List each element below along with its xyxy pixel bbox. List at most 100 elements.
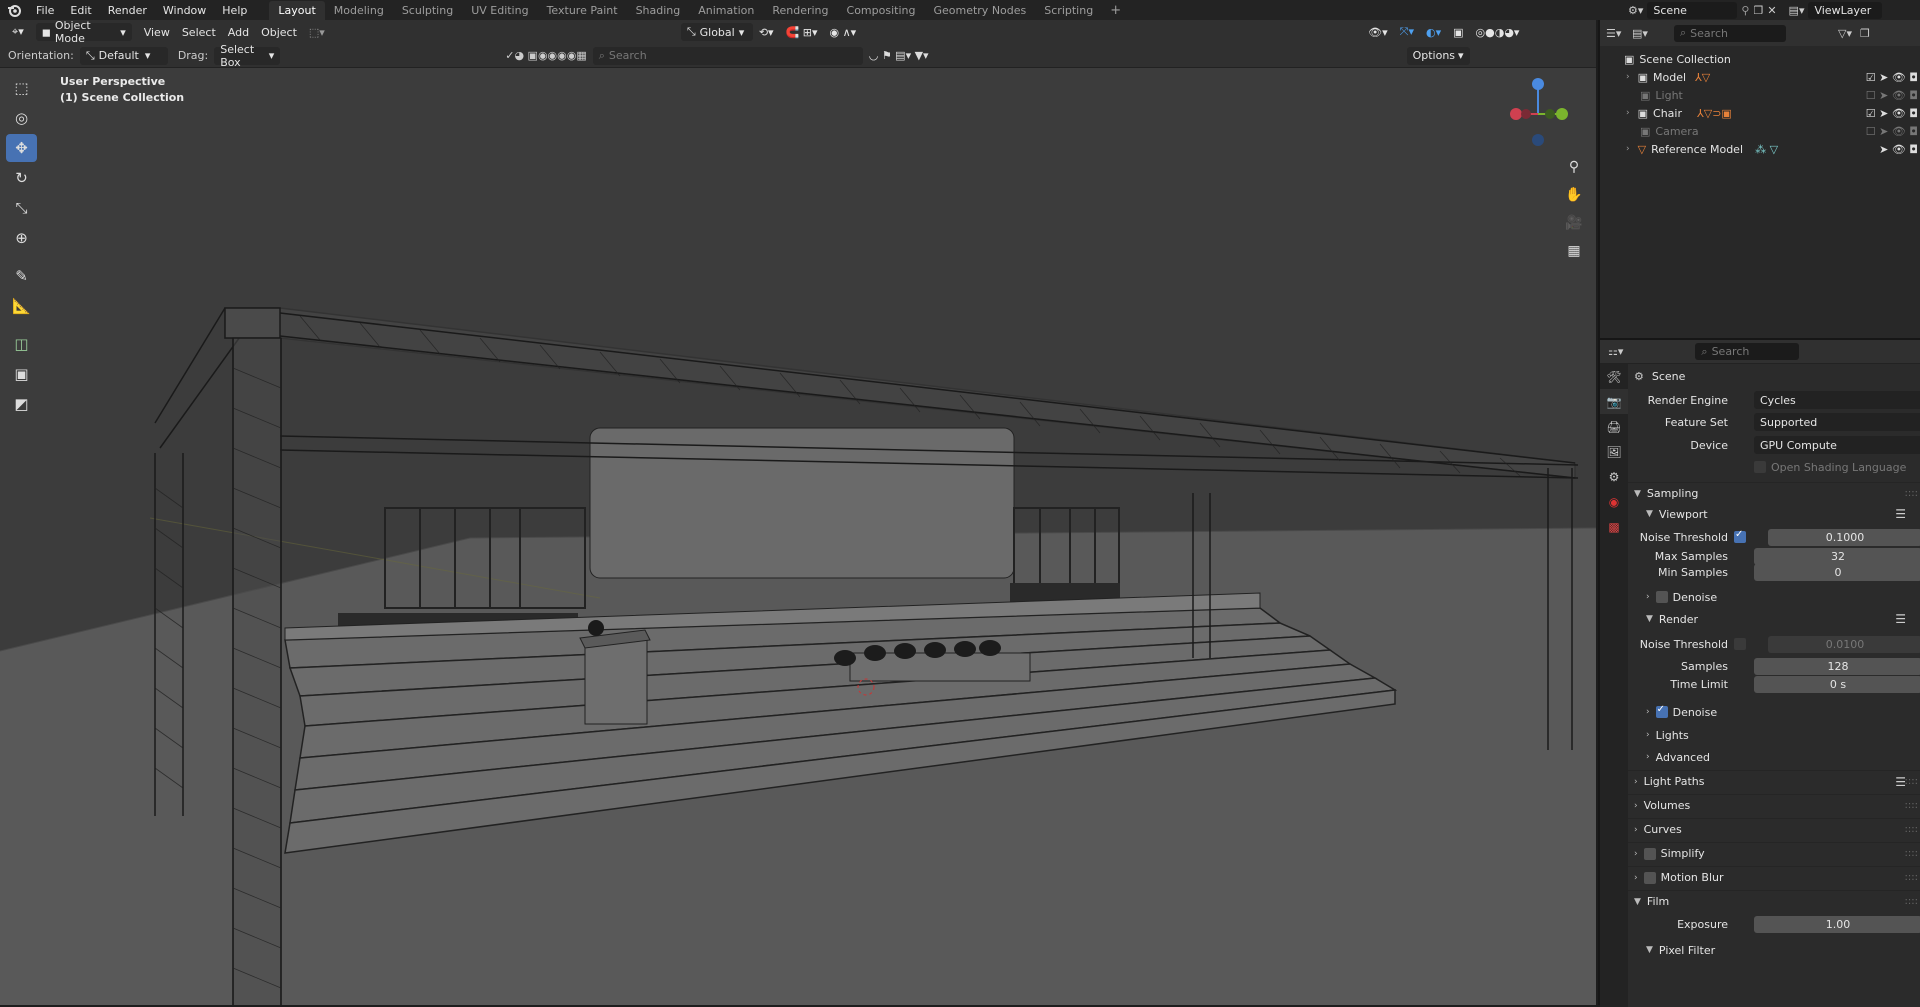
add-cube-icon[interactable]: ◫ <box>6 330 37 358</box>
motion-blur-section[interactable]: › Motion Blur:::: <box>1628 866 1920 888</box>
snap-icon[interactable]: 🧲 ⊞▾ <box>780 23 824 41</box>
cursor-icon[interactable]: ◎ <box>6 104 37 132</box>
menu-select[interactable]: Select <box>176 23 222 41</box>
view-layer-field[interactable]: ViewLayer <box>1808 1 1883 19</box>
outliner-item-reference-model[interactable]: › ▽ Reference Model ⁂ ▽ ➤ 👁 ◘ <box>1600 140 1920 158</box>
properties-search-input[interactable]: ⌕ Search <box>1695 343 1800 360</box>
scene-icon[interactable]: ⚙▾ <box>1628 4 1643 17</box>
row-toggle-icons[interactable]: ☑ ➤ 👁 ◘ <box>1866 107 1918 120</box>
menu-object[interactable]: Object <box>255 23 303 41</box>
menu-edit[interactable]: Edit <box>62 4 99 17</box>
samples-field[interactable]: 128 <box>1754 657 1920 675</box>
tab-shading[interactable]: Shading <box>627 1 690 20</box>
volumes-section[interactable]: › Volumes:::: <box>1628 794 1920 816</box>
lights-subsection[interactable]: › Lights <box>1628 725 1920 745</box>
vp-denoise-checkbox[interactable] <box>1655 591 1668 603</box>
simplify-section[interactable]: › Simplify:::: <box>1628 842 1920 864</box>
tool-tab-icon[interactable]: 🛠 <box>1600 364 1628 389</box>
transform-orientation-dropdown[interactable]: ⤡ Global ▾ <box>680 23 753 41</box>
scene-name-field[interactable]: Scene <box>1647 1 1738 19</box>
advanced-subsection[interactable]: › Advanced <box>1628 747 1920 767</box>
outliner-editor-icon[interactable]: ☰▾ <box>1606 27 1632 40</box>
expand-arrow-icon[interactable]: › <box>1626 144 1630 154</box>
output-tab-icon[interactable]: 🖨 <box>1600 414 1628 439</box>
tab-texture-paint[interactable]: Texture Paint <box>538 1 627 20</box>
proportional-edit-icon[interactable]: ◉ ∧▾ <box>824 23 863 41</box>
menu-help[interactable]: Help <box>214 4 255 17</box>
overlays-icon[interactable]: ◐▾ <box>1420 23 1447 41</box>
properties-editor-icon[interactable]: ⚏▾ <box>1608 345 1623 358</box>
gizmo-toggle-icon[interactable]: ⬚▾ <box>303 23 331 41</box>
pin-icon[interactable]: ⚲ <box>1741 4 1749 17</box>
time-limit-field[interactable]: 0 s <box>1754 675 1920 693</box>
device-dropdown[interactable]: GPU Compute <box>1754 436 1920 454</box>
navigation-gizmo[interactable] <box>1510 76 1570 156</box>
menu-add[interactable]: Add <box>222 23 255 41</box>
new-scene-icon[interactable]: ❐ <box>1753 4 1763 17</box>
pivot-point-icon[interactable]: ⟲▾ <box>753 23 780 41</box>
add-workspace-icon[interactable]: + <box>1102 3 1129 18</box>
scene-tab-icon[interactable]: ⚙ <box>1600 464 1628 489</box>
tab-scripting[interactable]: Scripting <box>1035 1 1102 20</box>
feature-set-dropdown[interactable]: Supported <box>1754 413 1920 431</box>
outliner-item-chair[interactable]: › ▣ Chair ⅄▽⊃▣ ☑ ➤ 👁 ◘ <box>1600 104 1920 122</box>
mode-dropdown[interactable]: ◼ Object Mode ▾ <box>35 19 132 45</box>
measure-icon[interactable]: 📐 <box>6 292 37 320</box>
outliner-item-light[interactable]: ▣ Light ☐ ➤ 👁 ◘ <box>1600 86 1920 104</box>
r-denoise-subsection[interactable]: ›Denoise <box>1628 702 1920 722</box>
row-toggle-icons[interactable]: ☐ ➤ 👁 ◘ <box>1866 125 1918 138</box>
outliner-item-camera[interactable]: ▣ Camera ☐ ➤ 👁 ◘ <box>1600 122 1920 140</box>
shading-modes-icon[interactable]: ◎●◑◕▾ <box>1470 23 1526 41</box>
ortho-grid-icon[interactable]: ▦ <box>1561 238 1587 264</box>
outliner-root[interactable]: ▣ Scene Collection <box>1600 50 1920 68</box>
tab-uv-editing[interactable]: UV Editing <box>462 1 537 20</box>
render-tab-icon[interactable]: 📷 <box>1600 389 1628 414</box>
tab-layout[interactable]: Layout <box>269 0 325 20</box>
r-noise-threshold-checkbox[interactable] <box>1734 638 1746 650</box>
osl-checkbox[interactable]: Open Shading Language <box>1754 461 1906 474</box>
outliner-search-input[interactable]: ⌕ Search <box>1674 24 1786 42</box>
row-toggle-icons[interactable]: ☑ ➤ 👁 ◘ <box>1866 71 1918 84</box>
light-paths-section[interactable]: › Light Paths ☰:::: <box>1628 770 1920 792</box>
tab-rendering[interactable]: Rendering <box>763 1 837 20</box>
rotate-icon[interactable]: ↻ <box>6 164 37 192</box>
filter-toggles[interactable]: ✓◕ ▣◉◉◉◉▦ <box>505 49 587 62</box>
blender-logo-icon[interactable] <box>0 0 28 20</box>
bookmark-icons[interactable]: ◡ ⚑ ▤▾ ▼▾ <box>869 49 929 62</box>
menu-window[interactable]: Window <box>155 4 214 17</box>
pan-hand-icon[interactable]: ✋ <box>1561 182 1587 208</box>
viewport-search-input[interactable]: ⌕ Search <box>592 46 863 65</box>
row-toggle-icons[interactable]: ☐ ➤ 👁 ◘ <box>1866 89 1918 102</box>
filter-icon[interactable]: ▽▾ <box>1838 27 1852 40</box>
camera-view-icon[interactable]: 🎥 <box>1561 210 1587 236</box>
sampling-section[interactable]: ▼ Sampling:::: <box>1628 482 1920 504</box>
3d-viewport[interactable]: User Perspective (1) Scene Collection ⚲ … <box>0 68 1596 1005</box>
editor-type-icon[interactable]: ⌖▾ <box>6 23 30 41</box>
preset-list-icon[interactable]: ☰ <box>1895 612 1906 626</box>
view-layer-icon[interactable]: ▤▾ <box>1789 4 1805 17</box>
outliner-item-model[interactable]: › ▣ Model ⅄▽ ☑ ➤ 👁 ◘ <box>1600 68 1920 86</box>
min-samples-field[interactable]: 0 <box>1754 563 1920 581</box>
r-noise-threshold-field[interactable]: 0.0100 <box>1768 635 1920 653</box>
r-denoise-checkbox[interactable] <box>1655 704 1668 718</box>
new-collection-icon[interactable]: ❐ <box>1860 27 1870 40</box>
delete-scene-icon[interactable]: ✕ <box>1767 4 1776 17</box>
curves-section[interactable]: › Curves:::: <box>1628 818 1920 840</box>
tab-animation[interactable]: Animation <box>689 1 763 20</box>
bevel-icon[interactable]: ◩ <box>6 390 37 418</box>
exposure-field[interactable]: 1.00 <box>1754 915 1920 933</box>
simplify-checkbox[interactable] <box>1643 847 1656 860</box>
film-section[interactable]: ▼ Film:::: <box>1628 890 1920 912</box>
vp-noise-threshold-checkbox[interactable] <box>1734 529 1746 543</box>
viewport-subsection[interactable]: ▼ Viewport ☰ <box>1628 504 1920 524</box>
vp-noise-threshold-field[interactable]: 0.1000 <box>1768 528 1920 546</box>
gizmo-icon[interactable]: ⤧▾ <box>1394 23 1420 41</box>
pixel-filter-subsection[interactable]: ▼ Pixel Filter <box>1628 940 1920 960</box>
render-engine-dropdown[interactable]: Cycles <box>1754 391 1920 409</box>
menu-render[interactable]: Render <box>100 4 155 17</box>
tab-geometry-nodes[interactable]: Geometry Nodes <box>924 1 1035 20</box>
visibility-icon[interactable]: 👁▾ <box>1362 23 1394 41</box>
menu-file[interactable]: File <box>28 4 62 17</box>
preset-list-icon[interactable]: ☰ <box>1895 507 1906 521</box>
world-tab-icon[interactable]: ◉ <box>1600 489 1628 514</box>
